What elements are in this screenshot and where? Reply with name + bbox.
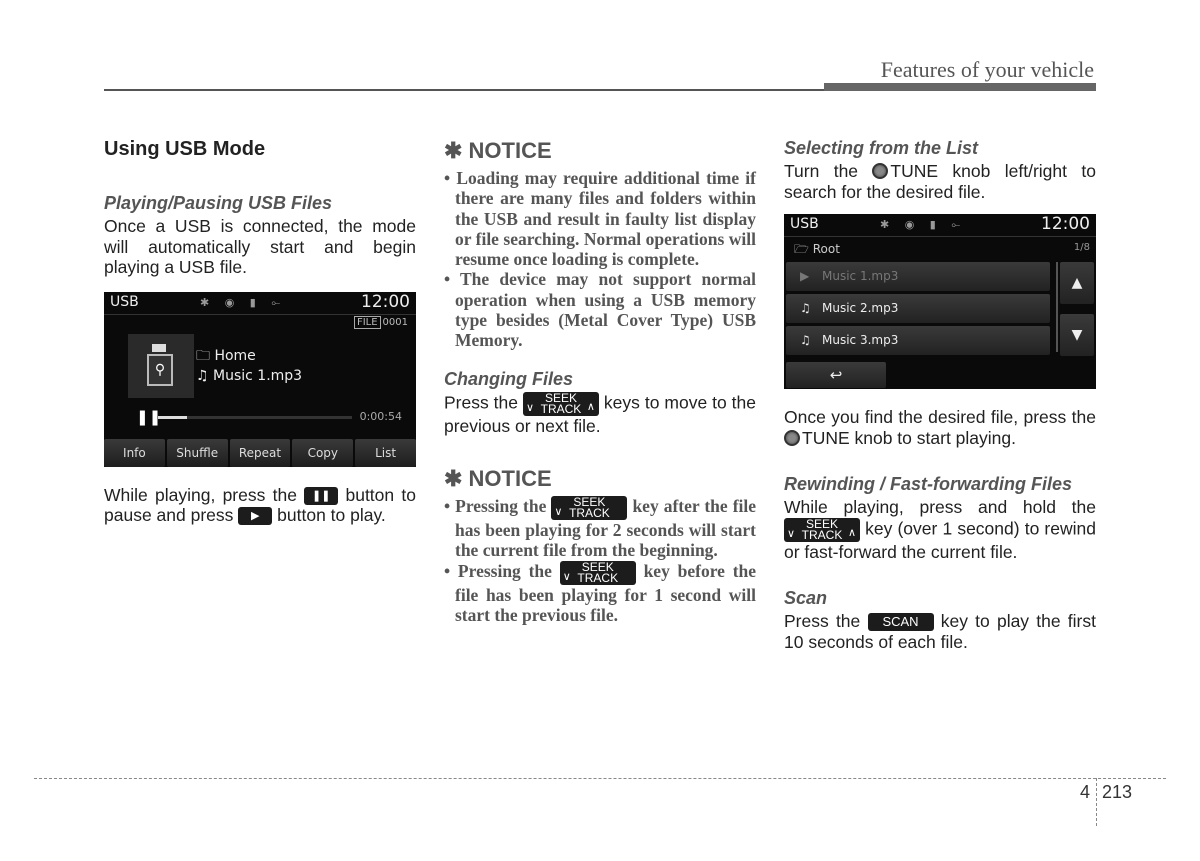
found-paragraph: Once you find the desired file, press th… [784,407,1096,448]
notice-item: • Loading may require additional time if… [444,168,756,270]
scroll-down-button[interactable]: ▼ [1060,314,1094,356]
subheading-scan: Scan [784,588,828,608]
progress-bar[interactable] [158,415,352,419]
music-note-icon: ♫ [196,367,209,384]
file-number-badge: FILE 0001 [353,315,408,329]
list-item[interactable]: ▶ Music 1.mp3 [786,262,1050,291]
column-1: Using USB Mode Playing/Pausing USB Files… [104,138,416,526]
subheading-playing-pausing: Playing/Pausing USB Files [104,193,333,213]
source-label: USB [790,216,819,232]
shuffle-button[interactable]: Shuffle [166,438,228,467]
copy-button[interactable]: Copy [292,438,354,467]
folder-icon: 🗀 [196,347,210,364]
footer-divider [1096,778,1097,826]
info-button[interactable]: Info [104,438,165,467]
repeat-button[interactable]: Repeat [229,438,291,467]
notice-item: • Pressing the ∨ SEEK TRACK key after the … [444,495,757,561]
usb-playback-screen: USB ✱ ◉ ▮ ⟜ 12:00 FILE 0001 ⚲ 🗀 Home ♫ Mu… [104,291,416,467]
folder-path: 🗁 Root [794,242,840,256]
scroll-up-button[interactable]: ▲ [1060,262,1094,304]
list-item[interactable]: ♫ Music 3.mp3 [786,326,1050,355]
pause-play-paragraph: While playing, press the ❚❚ button to pa… [104,484,416,526]
page-header-title: Features of your vehicle [880,57,1094,82]
softkey-bar: Info Shuffle Repeat Copy List [104,438,416,467]
notice-item: • The device may not support normal oper… [444,269,756,351]
back-button[interactable]: ↩ [786,362,886,388]
music-note-icon: ♫ [800,301,811,315]
folder-icon: 🗁 [794,242,809,256]
subheading-rewinding: Rewinding / Fast-forwarding Files [784,474,1073,494]
seek-track-down-key-icon: ∨ SEEK TRACK [559,560,636,585]
rewinding-paragraph: While playing, press and hold the ∨ SEEK T… [784,497,1096,562]
folder-name: 🗀 Home [196,347,256,364]
header-bar [824,83,1096,91]
play-circle-icon: ▶ [800,269,810,283]
column-3: Selecting from the List Turn the TUNE kn… [784,138,1096,652]
page-number: 213 [1102,782,1133,802]
tune-knob-icon [872,163,889,179]
status-icons: ✱ ◉ ▮ ⟜ [200,295,287,309]
status-bar: USB ✱ ◉ ▮ ⟜ 12:00 [104,292,416,315]
notice-list-2: • Pressing the ∨ SEEK TRACK key after the … [444,496,756,625]
notice-item: • Pressing the ∨ SEEK TRACK key before the… [444,559,757,626]
chapter-number: 4 [1080,782,1091,802]
subheading-changing-files: Changing Files [444,368,574,389]
music-note-icon: ♫ [800,333,811,347]
column-2: ✱ NOTICE • Loading may require additiona… [444,138,756,625]
scan-paragraph: Press the SCAN key to play the first 10 … [784,611,1096,652]
section-title: Using USB Mode [104,138,266,160]
notice-title-2: ✱ NOTICE [444,466,552,492]
scan-key-icon: SCAN [867,613,934,632]
album-art: ⚲ [128,333,194,398]
changing-files-paragraph: Press the ∨ SEEK TRACK ∧ keys to move to th… [444,390,756,436]
header-rule [104,89,824,91]
progress-fill [158,415,188,419]
list-item[interactable]: ♫ Music 2.mp3 [786,294,1050,323]
notice-title-1: ✱ NOTICE [444,138,552,163]
status-icons: ✱ ◉ ▮ ⟜ [880,218,967,231]
track-name: ♫ Music 1.mp3 [196,367,303,384]
scrollbar[interactable] [1056,262,1058,352]
list-button[interactable]: List [355,438,416,467]
seek-track-key-icon: ∨ SEEK TRACK ∧ [522,391,599,416]
usb-drive-icon: ⚲ [145,343,173,386]
seek-track-key-icon: ∨ SEEK TRACK ∧ [784,517,860,542]
subheading-selecting: Selecting from the List [784,138,979,158]
clock: 12:00 [361,291,410,312]
notice-list-1: • Loading may require additional time if… [444,168,756,351]
intro-paragraph: Once a USB is connected, the mode will a… [104,216,416,277]
pause-key-icon: ❚❚ [304,486,339,505]
status-bar: USB ✱ ◉ ▮ ⟜ 12:00 [784,214,1096,237]
seek-track-down-key-icon: ∨ SEEK TRACK [551,496,628,521]
footer-rule [34,778,1166,779]
usb-list-screen: USB ✱ ◉ ▮ ⟜ 12:00 🗁 Root 1/8 ▶ Music 1.mp… [784,214,1096,389]
play-key-icon: ▶ [238,507,273,526]
source-label: USB [110,293,139,310]
file-count: 1/8 [1073,242,1090,253]
clock: 12:00 [1041,214,1090,234]
elapsed-time: 0:00:54 [359,409,402,423]
tune-knob-icon [784,429,800,446]
selecting-paragraph: Turn the TUNE knob left/right to search … [784,161,1096,202]
